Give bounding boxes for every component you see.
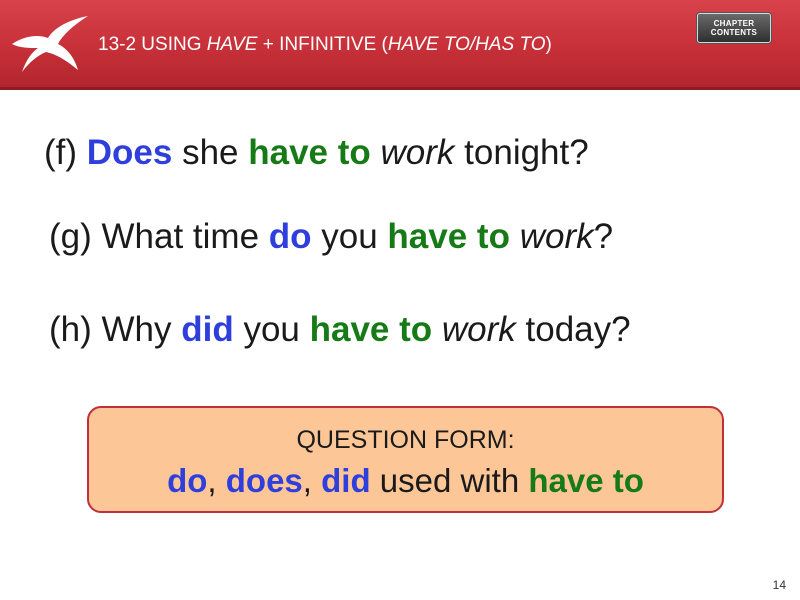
- example-label: (f): [44, 133, 87, 172]
- chapter-button-line2: CONTENTS: [710, 28, 758, 37]
- example-text: you: [233, 310, 310, 349]
- note-rule: do, does, did used with have to: [89, 462, 722, 500]
- example-verb: work: [380, 133, 455, 172]
- example-aux: Does: [86, 133, 173, 172]
- example-verb: work: [441, 310, 516, 349]
- title-prefix: 13-2 USING: [98, 34, 207, 55]
- example-f: (f) Does she have to work tonight?: [44, 133, 589, 173]
- example-h: (h) Why did you have to work today?: [49, 310, 631, 350]
- example-verb: work: [519, 217, 594, 256]
- example-space: [432, 310, 442, 349]
- note-title: QUESTION FORM:: [296, 426, 515, 454]
- note-sep: ,: [302, 462, 322, 499]
- chapter-button-line1: CHAPTER: [713, 19, 755, 28]
- note-does: does: [225, 462, 303, 499]
- title-mid: + INFINITIVE (: [257, 34, 388, 55]
- example-space: [510, 217, 520, 256]
- note-mid: used with: [370, 462, 529, 499]
- page-title: 13-2 USING HAVE + INFINITIVE (HAVE TO/HA…: [98, 34, 552, 56]
- example-have-to: have to: [387, 217, 510, 256]
- note-did: did: [321, 462, 371, 499]
- example-aux: do: [268, 217, 312, 256]
- example-label: (h) Why: [49, 310, 182, 349]
- example-end: ?: [593, 217, 614, 256]
- example-space: [371, 133, 381, 172]
- chapter-contents-button[interactable]: CHAPTER CONTENTS: [697, 13, 771, 43]
- example-end: today?: [515, 310, 631, 349]
- example-label: (g) What time: [49, 217, 269, 256]
- example-aux: did: [181, 310, 234, 349]
- title-end: ): [545, 34, 552, 55]
- example-text: she: [172, 133, 249, 172]
- example-end: tonight?: [454, 133, 589, 172]
- example-have-to: have to: [309, 310, 433, 349]
- page-number: 14: [772, 578, 786, 592]
- example-g: (g) What time do you have to work?: [49, 217, 613, 257]
- title-paren: HAVE TO/HAS TO: [387, 34, 546, 55]
- title-have: HAVE: [206, 34, 258, 55]
- header-bar: 13-2 USING HAVE + INFINITIVE (HAVE TO/HA…: [0, 0, 800, 90]
- example-text: you: [311, 217, 388, 256]
- example-have-to: have to: [248, 133, 371, 172]
- note-have-to: have to: [528, 462, 644, 499]
- note-sep: ,: [207, 462, 226, 499]
- question-form-note: QUESTION FORM: do, does, did used with h…: [87, 406, 724, 513]
- swallow-logo-icon: [12, 16, 88, 72]
- note-do: do: [167, 462, 208, 499]
